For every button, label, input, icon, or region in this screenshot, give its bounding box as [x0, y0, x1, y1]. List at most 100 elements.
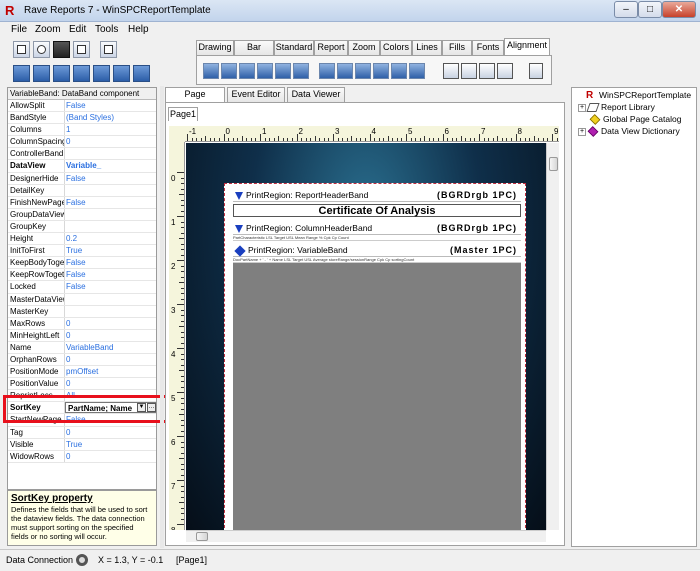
property-row[interactable]: MinHeightLeft 0 — [8, 329, 156, 342]
tab-bar-code[interactable]: Bar Code — [234, 40, 274, 65]
menu-file[interactable]: File — [11, 24, 27, 35]
tree-node-project[interactable]: R WinSPCReportTemplate — [586, 90, 691, 101]
new-report-button[interactable] — [13, 65, 30, 82]
property-value[interactable]: 0 — [66, 136, 156, 147]
new-page-button[interactable] — [33, 65, 50, 82]
delete-page-button[interactable] — [113, 65, 130, 82]
tab-drawing[interactable]: Drawing — [196, 40, 234, 55]
align-vcenter-button[interactable] — [337, 63, 353, 79]
property-value[interactable]: 0 — [66, 378, 156, 389]
new-project-button[interactable] — [13, 41, 30, 58]
property-row[interactable]: KeepBodyTogetherFalse — [8, 257, 156, 270]
close-button[interactable]: ✕ — [662, 1, 696, 18]
property-value[interactable]: pmOffset — [66, 366, 156, 377]
property-row[interactable]: Columns 1 — [8, 124, 156, 137]
vertical-scroll-thumb[interactable] — [549, 157, 558, 171]
property-row[interactable]: OrphanRows 0 — [8, 353, 156, 367]
property-row[interactable]: PositionValue 0 — [8, 378, 156, 391]
property-value[interactable]: (Band Styles) — [66, 112, 156, 123]
align-vcenter-page-button[interactable] — [373, 63, 389, 79]
tab-data-viewer[interactable]: Data Viewer — [287, 87, 345, 102]
variable-band[interactable]: PrintRegion: VariableBand (Master 1PC) — [233, 243, 521, 257]
property-value[interactable]: 0 — [66, 354, 156, 365]
report-header-band[interactable]: PrintRegion: ReportHeaderBand (BGRDrgb 1… — [233, 188, 521, 202]
property-row[interactable]: MaxRows 0 — [8, 317, 156, 330]
print-button[interactable] — [73, 41, 90, 58]
property-value[interactable]: False — [66, 173, 156, 184]
align-right-button[interactable] — [239, 63, 255, 79]
property-row[interactable]: DetailKey — [8, 184, 156, 197]
property-row[interactable]: GroupDataView — [8, 208, 156, 221]
minimize-button[interactable]: – — [614, 1, 638, 18]
new-data-object-button[interactable] — [93, 65, 110, 82]
save-project-button[interactable] — [53, 41, 70, 58]
property-row[interactable]: MasterKey — [8, 305, 156, 318]
report-title[interactable]: Certificate Of Analysis — [233, 204, 521, 217]
property-value[interactable]: VariableBand — [66, 342, 156, 353]
property-value[interactable]: False — [66, 257, 156, 268]
property-row[interactable]: BandStyle (Band Styles) — [8, 112, 156, 125]
property-row[interactable]: InitToFirst True — [8, 245, 156, 258]
horizontal-scroll-thumb[interactable] — [196, 532, 208, 541]
tab-alignment[interactable]: Alignment — [504, 38, 550, 55]
open-project-button[interactable] — [33, 41, 50, 58]
tree-node-report-library[interactable]: + Report Library — [578, 102, 655, 113]
nudge-left-button[interactable] — [529, 63, 543, 79]
property-row[interactable]: Locked False — [8, 281, 156, 294]
property-value[interactable]: False — [66, 197, 156, 208]
tab-lines[interactable]: Lines — [412, 40, 442, 55]
property-value[interactable]: 0 — [66, 451, 156, 462]
tab-colors[interactable]: Colors — [380, 40, 412, 55]
tab-standard[interactable]: Standard — [274, 40, 314, 55]
send-backward-button[interactable] — [497, 63, 513, 79]
property-row[interactable]: MasterDataView — [8, 293, 156, 306]
equal-height-button[interactable] — [409, 63, 425, 79]
tab-fonts[interactable]: Fonts — [472, 40, 504, 55]
tree-node-data-view-dictionary[interactable]: + Data View Dictionary — [578, 126, 680, 138]
expand-icon[interactable]: + — [578, 127, 586, 136]
expand-icon[interactable]: + — [578, 103, 586, 112]
new-data-view-button[interactable] — [53, 65, 70, 82]
align-hcenter-page-button[interactable] — [257, 63, 273, 79]
tree-node-global-page-catalog[interactable]: Global Page Catalog — [589, 114, 681, 126]
property-row[interactable]: Visible True — [8, 438, 156, 451]
tab-page1[interactable]: Page1 — [168, 107, 198, 121]
property-row[interactable]: Tag 0 — [8, 426, 156, 439]
property-row[interactable]: DataView Variable_ — [8, 160, 156, 173]
property-row[interactable]: PositionMode pmOffset — [8, 366, 156, 379]
execute-report-button[interactable] — [133, 65, 150, 82]
canvas-vertical-scrollbar[interactable] — [546, 143, 559, 530]
new-global-page-button[interactable] — [73, 65, 90, 82]
property-row[interactable]: KeepRowTogetherFalse — [8, 269, 156, 282]
align-hcenter-button[interactable] — [221, 63, 237, 79]
space-vertically-button[interactable] — [391, 63, 407, 79]
equal-width-button[interactable] — [293, 63, 309, 79]
tab-zoom[interactable]: Zoom — [348, 40, 380, 55]
property-value[interactable]: False — [66, 269, 156, 280]
property-value[interactable]: 1 — [66, 124, 156, 135]
align-top-button[interactable] — [319, 63, 335, 79]
send-to-back-button[interactable] — [461, 63, 477, 79]
bring-to-front-button[interactable] — [443, 63, 459, 79]
column-header-band[interactable]: PrintRegion: ColumnHeaderBand (BGRDrgb 1… — [233, 221, 521, 235]
maximize-button[interactable]: □ — [638, 1, 662, 18]
menu-help[interactable]: Help — [128, 24, 149, 35]
menu-zoom[interactable]: Zoom — [35, 24, 61, 35]
tab-event-editor[interactable]: Event Editor — [227, 87, 285, 102]
property-value[interactable]: False — [66, 100, 156, 111]
property-row[interactable]: Height 0.2 — [8, 233, 156, 246]
property-row[interactable]: WidowRows 0 — [8, 450, 156, 463]
property-value[interactable]: False — [66, 281, 156, 292]
tab-page-designer[interactable]: Page Designer — [165, 87, 225, 112]
bring-forward-button[interactable] — [479, 63, 495, 79]
align-left-button[interactable] — [203, 63, 219, 79]
tab-report[interactable]: Report — [314, 40, 348, 55]
connection-gear-icon[interactable] — [76, 554, 88, 566]
property-row[interactable]: DesignerHide False — [8, 172, 156, 185]
property-row[interactable]: ColumnSpacing 0 — [8, 136, 156, 149]
property-value[interactable]: 0 — [66, 318, 156, 329]
property-value[interactable]: 0.2 — [66, 233, 156, 244]
property-value[interactable]: True — [66, 439, 156, 450]
property-row[interactable]: GroupKey — [8, 220, 156, 234]
property-value[interactable]: 0 — [66, 330, 156, 341]
